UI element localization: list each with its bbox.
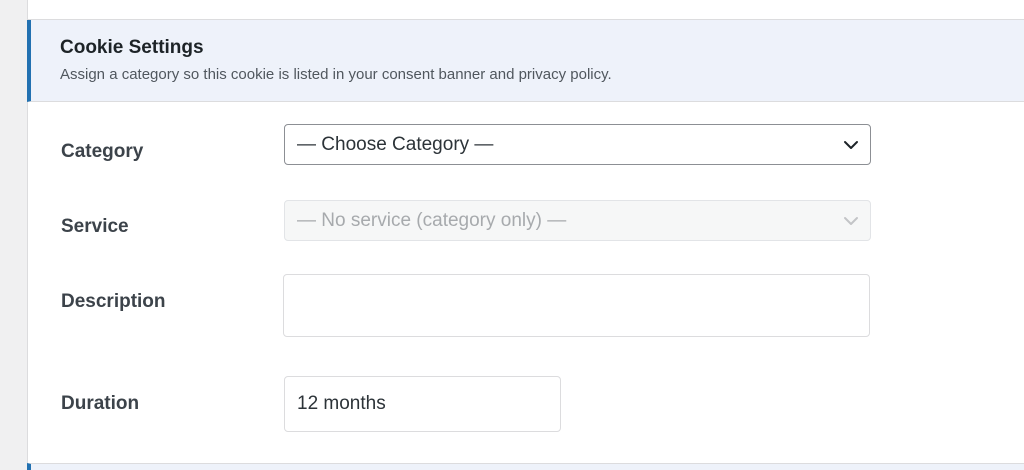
chevron-down-icon — [844, 140, 858, 149]
service-select-value: — No service (category only) — — [297, 209, 567, 231]
service-label: Service — [61, 216, 129, 237]
section-title: Cookie Settings — [60, 37, 204, 58]
next-section-edge — [27, 463, 1024, 470]
chevron-down-icon — [844, 216, 858, 225]
service-select: — No service (category only) — — [284, 200, 871, 241]
cookie-settings-card: Cookie Settings Assign a category so thi… — [27, 0, 1024, 470]
duration-label: Duration — [61, 393, 140, 414]
description-label: Description — [61, 291, 166, 312]
section-header: Cookie Settings Assign a category so thi… — [27, 20, 1024, 102]
category-label: Category — [61, 141, 144, 162]
previous-section-edge — [28, 0, 1024, 20]
page-left-gutter — [0, 0, 27, 470]
description-input[interactable] — [283, 274, 870, 337]
category-select[interactable]: — Choose Category — — [284, 124, 871, 165]
section-subtitle: Assign a category so this cookie is list… — [60, 66, 612, 83]
category-select-value: — Choose Category — — [297, 133, 494, 155]
duration-input[interactable] — [284, 376, 561, 432]
